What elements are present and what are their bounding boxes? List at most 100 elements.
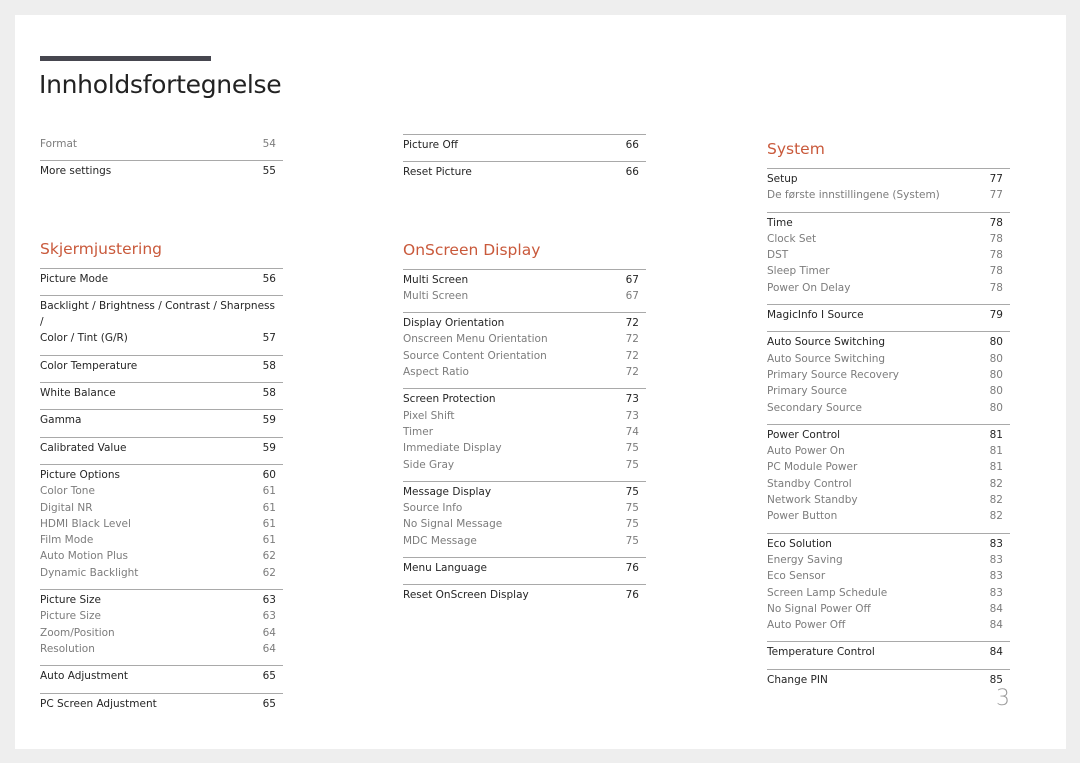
toc-entry-main[interactable]: PC Screen Adjustment 65 xyxy=(40,696,283,712)
toc-entry-page: 75 xyxy=(625,518,639,531)
toc-entry-sub[interactable]: Energy Saving 83 xyxy=(767,552,1010,568)
toc-entry-label: Power Control xyxy=(767,428,841,441)
toc-entry-sub[interactable]: Auto Power On 81 xyxy=(767,443,1010,459)
toc-entry-page: 62 xyxy=(262,566,276,579)
toc-group: Color Temperature 58 xyxy=(40,354,283,382)
toc-entry-sub[interactable]: Source Info 75 xyxy=(403,500,646,516)
toc-entry-sub[interactable]: Standby Control 82 xyxy=(767,476,1010,492)
toc-entry-sub[interactable]: MDC Message 75 xyxy=(403,533,646,549)
toc-entry-main[interactable]: Color Temperature 58 xyxy=(40,358,283,374)
toc-entry-sub[interactable]: Primary Source 80 xyxy=(767,383,1010,399)
toc-entry-main[interactable]: Picture Options 60 xyxy=(40,467,283,483)
toc-entry-sub[interactable]: Network Standby 82 xyxy=(767,492,1010,508)
toc-entry-page: 76 xyxy=(625,589,639,602)
toc-entry-page: 83 xyxy=(989,570,1003,583)
toc-entry-main[interactable]: More settings 55 xyxy=(40,163,283,179)
toc-entry-label: Menu Language xyxy=(403,562,487,575)
toc-entry-page: 82 xyxy=(989,494,1003,507)
toc-entry-sub[interactable]: Eco Sensor 83 xyxy=(767,568,1010,584)
toc-entry-main[interactable]: Message Display 75 xyxy=(403,484,646,500)
toc-entry-main[interactable]: White Balance 58 xyxy=(40,385,283,401)
toc-entry-main[interactable]: Reset Picture 66 xyxy=(403,164,646,180)
toc-entry-sub[interactable]: Multi Screen 67 xyxy=(403,288,646,304)
toc-entry-sub[interactable]: Source Content Orientation 72 xyxy=(403,348,646,364)
toc-entry-sub[interactable]: Secondary Source 80 xyxy=(767,400,1010,416)
toc-entry-page: 63 xyxy=(262,610,276,623)
toc-entry-sub[interactable]: Sleep Timer 78 xyxy=(767,263,1010,279)
toc-entry-sub[interactable]: Clock Set 78 xyxy=(767,231,1010,247)
toc-entry-page: 58 xyxy=(262,387,276,400)
toc-entry-main[interactable]: Color / Tint (G/R) 57 xyxy=(40,330,283,346)
toc-entry-main[interactable]: MagicInfo I Source 79 xyxy=(767,307,1010,323)
toc-entry-label: Zoom/Position xyxy=(40,626,115,639)
toc-entry-sub[interactable]: Timer 74 xyxy=(403,424,646,440)
toc-entry-sub[interactable]: Pixel Shift 73 xyxy=(403,408,646,424)
toc-entry-sub[interactable]: Immediate Display 75 xyxy=(403,440,646,456)
toc-entry-main[interactable]: Picture Size 63 xyxy=(40,592,283,608)
toc-entry-main[interactable]: Screen Protection 73 xyxy=(403,391,646,407)
toc-entry-main[interactable]: Auto Adjustment 65 xyxy=(40,668,283,684)
toc-entry-main[interactable]: Time 78 xyxy=(767,215,1010,231)
toc-entry-sub[interactable]: Format 54 xyxy=(40,136,283,152)
toc-entry-sub[interactable]: Power On Delay 78 xyxy=(767,280,1010,296)
section-heading: Skjermjustering xyxy=(40,239,163,258)
toc-entry-sub[interactable]: Auto Motion Plus 62 xyxy=(40,548,283,564)
toc-entry-page: 67 xyxy=(625,289,639,302)
toc-entry-main[interactable]: Display Orientation 72 xyxy=(403,315,646,331)
toc-entry-label: Primary Source xyxy=(767,385,847,398)
toc-entry-main[interactable]: Setup 77 xyxy=(767,171,1010,187)
toc-entry-sub[interactable]: DST 78 xyxy=(767,247,1010,263)
toc-entry-sub[interactable]: No Signal Power Off 84 xyxy=(767,601,1010,617)
toc-entry-main[interactable]: Auto Source Switching 80 xyxy=(767,334,1010,350)
toc-entry-page: 78 xyxy=(989,265,1003,278)
toc-entry-page: 78 xyxy=(989,216,1003,229)
toc-entry-label: Eco Sensor xyxy=(767,570,826,583)
toc-column-1: Format 54 More settings 55 Skjermjustering Pi… xyxy=(40,134,283,720)
toc-entry-sub[interactable]: Power Button 82 xyxy=(767,508,1010,524)
toc-entry-page: 73 xyxy=(625,409,639,422)
toc-entry-main[interactable]: Calibrated Value 59 xyxy=(40,440,283,456)
toc-entry-main[interactable]: Temperature Control 84 xyxy=(767,644,1010,660)
toc-entry-page: 64 xyxy=(262,626,276,639)
toc-entry-main[interactable]: Power Control 81 xyxy=(767,427,1010,443)
toc-entry-sub[interactable]: De første innstillingene (System) 77 xyxy=(767,187,1010,203)
toc-entry-main[interactable]: Eco Solution 83 xyxy=(767,536,1010,552)
toc-entry-sub[interactable]: Digital NR 61 xyxy=(40,500,283,516)
section-heading: System xyxy=(767,140,825,158)
toc-entry-label: Auto Motion Plus xyxy=(40,550,129,563)
toc-entry-sub[interactable]: Color Tone 61 xyxy=(40,483,283,499)
toc-entry-sub[interactable]: Picture Size 63 xyxy=(40,608,283,624)
toc-entry-sub[interactable]: Auto Power Off 84 xyxy=(767,617,1010,633)
toc-group: Time 78 Clock Set 78 DST 78 Sleep Timer 78 Power… xyxy=(767,211,1010,304)
toc-entry-sub[interactable]: Aspect Ratio 72 xyxy=(403,364,646,380)
toc-entry-sub[interactable]: Primary Source Recovery 80 xyxy=(767,367,1010,383)
toc-entry-main[interactable]: Menu Language 76 xyxy=(403,560,646,576)
toc-entry-page: 72 xyxy=(625,349,639,362)
toc-entry-main[interactable]: Gamma 59 xyxy=(40,412,283,428)
toc-entry-page: 58 xyxy=(262,359,276,372)
toc-entry-page: 56 xyxy=(262,272,276,285)
toc-entry-sub[interactable]: Zoom/Position 64 xyxy=(40,625,283,641)
toc-entry-main[interactable]: Backlight / Brightness / Contrast / Shar… xyxy=(40,298,283,331)
toc-entry-sub[interactable]: Onscreen Menu Orientation 72 xyxy=(403,331,646,347)
toc-entry-page: 57 xyxy=(262,332,276,345)
toc-entry-sub[interactable]: Side Gray 75 xyxy=(403,457,646,473)
toc-entry-main[interactable]: Picture Off 66 xyxy=(403,137,646,153)
toc-entry-main[interactable]: Multi Screen 67 xyxy=(403,272,646,288)
toc-entry-sub[interactable]: Screen Lamp Schedule 83 xyxy=(767,585,1010,601)
toc-entry-page xyxy=(276,298,283,331)
toc-entry-sub[interactable]: Film Mode 61 xyxy=(40,532,283,548)
toc-entry-sub[interactable]: Dynamic Backlight 62 xyxy=(40,565,283,581)
toc-entry-sub[interactable]: HDMI Black Level 61 xyxy=(40,516,283,532)
toc-entry-sub[interactable]: Auto Source Switching 80 xyxy=(767,351,1010,367)
toc-entry-main[interactable]: Reset OnScreen Display 76 xyxy=(403,587,646,603)
toc-entry-page: 84 xyxy=(989,646,1003,659)
toc-entry-sub[interactable]: PC Module Power 81 xyxy=(767,459,1010,475)
toc-entry-label: Pixel Shift xyxy=(403,409,455,422)
toc-entry-main[interactable]: Change PIN 85 xyxy=(767,672,1010,688)
toc-group: Picture Options 60 Color Tone 61 Digital NR 6… xyxy=(40,463,283,589)
toc-entry-sub[interactable]: Resolution 64 xyxy=(40,641,283,657)
toc-column-2: Picture Off 66 Reset Picture 66 OnScreen Dis… xyxy=(403,134,646,612)
toc-entry-sub[interactable]: No Signal Message 75 xyxy=(403,516,646,532)
toc-entry-main[interactable]: Picture Mode 56 xyxy=(40,271,283,287)
